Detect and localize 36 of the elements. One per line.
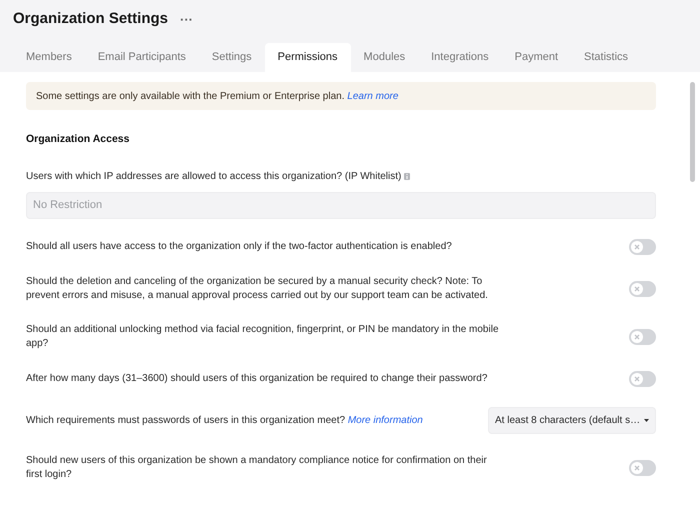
tab[interactable]: Permissions: [264, 43, 351, 72]
x-icon: [634, 286, 640, 292]
tab[interactable]: Settings: [198, 43, 265, 72]
caret-icon: [644, 418, 649, 422]
toggle-switch[interactable]: [629, 460, 656, 476]
x-icon: [634, 376, 640, 382]
scrollbar-thumb[interactable]: [690, 82, 695, 182]
x-icon: [634, 244, 640, 250]
x-icon: [634, 464, 640, 471]
x-icon: [634, 334, 640, 340]
setting-label: Should an additional unlocking method via facial recognition, fingerprint, or PIN be mandatory in the mobile app?: [26, 322, 500, 351]
tab[interactable]: Payment: [502, 43, 572, 72]
setting-label: Users with which IP addresses are allowed to access this organization? (IP Whitelist): [26, 170, 402, 184]
info-icon: [404, 172, 410, 180]
ip-whitelist-field[interactable]: No Restriction: [26, 192, 656, 219]
password-requirements-select[interactable]: At least 8 characters (default s…: [488, 406, 656, 434]
tab[interactable]: Email Participants: [84, 43, 199, 72]
toggle-switch[interactable]: [629, 328, 656, 345]
tab[interactable]: Statistics: [571, 43, 642, 72]
setting-label: Should new users of this organization be shown a mandatory compliance notice for confirmation on their first login?: [26, 454, 488, 482]
setting-label: Which requirements must passwords of users in this organization meet? More information: [26, 414, 423, 428]
toggle-switch[interactable]: [629, 370, 656, 387]
more-button[interactable]: ···: [180, 12, 194, 26]
more-information-link[interactable]: More information: [348, 414, 423, 426]
tab[interactable]: Modules: [350, 43, 418, 72]
setting-label: Should all users have access to the organization only if the two-factor authentication is enabled?: [26, 240, 453, 254]
setting-label: After how many days (31–3600) should users of this organization be required to change their password?: [26, 372, 488, 386]
tab[interactable]: Members: [13, 43, 85, 72]
toggle-switch[interactable]: [629, 280, 656, 297]
toggle-switch[interactable]: [629, 238, 656, 255]
learn-more-link[interactable]: Learn more: [347, 90, 398, 102]
page-title: Organization Settings: [13, 8, 168, 29]
section-heading: Organization Access: [26, 132, 130, 147]
setting-label: Should the deletion and canceling of the organization be secured by a manual security check? Note: To prevent errors and misuse, a manual approval process carried out by our support team can be activated.: [26, 274, 489, 303]
plan-notice: Some settings are only available with the Premium or Enterprise plan. Learn more: [26, 82, 656, 110]
tab[interactable]: Integrations: [418, 43, 502, 72]
